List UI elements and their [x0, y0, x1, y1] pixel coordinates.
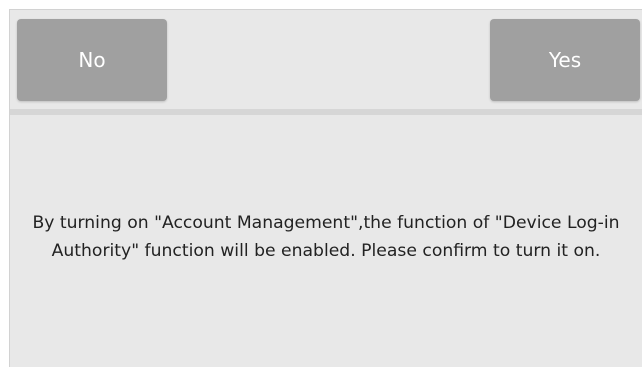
confirmation-dialog: No Yes By turning on "Account Management…: [9, 9, 642, 367]
dialog-body: By turning on "Account Management",the f…: [10, 115, 642, 368]
no-button[interactable]: No: [17, 19, 167, 101]
confirmation-message: By turning on "Account Management",the f…: [32, 212, 620, 261]
yes-button[interactable]: Yes: [490, 19, 640, 101]
dialog-button-bar: No Yes: [10, 10, 642, 109]
